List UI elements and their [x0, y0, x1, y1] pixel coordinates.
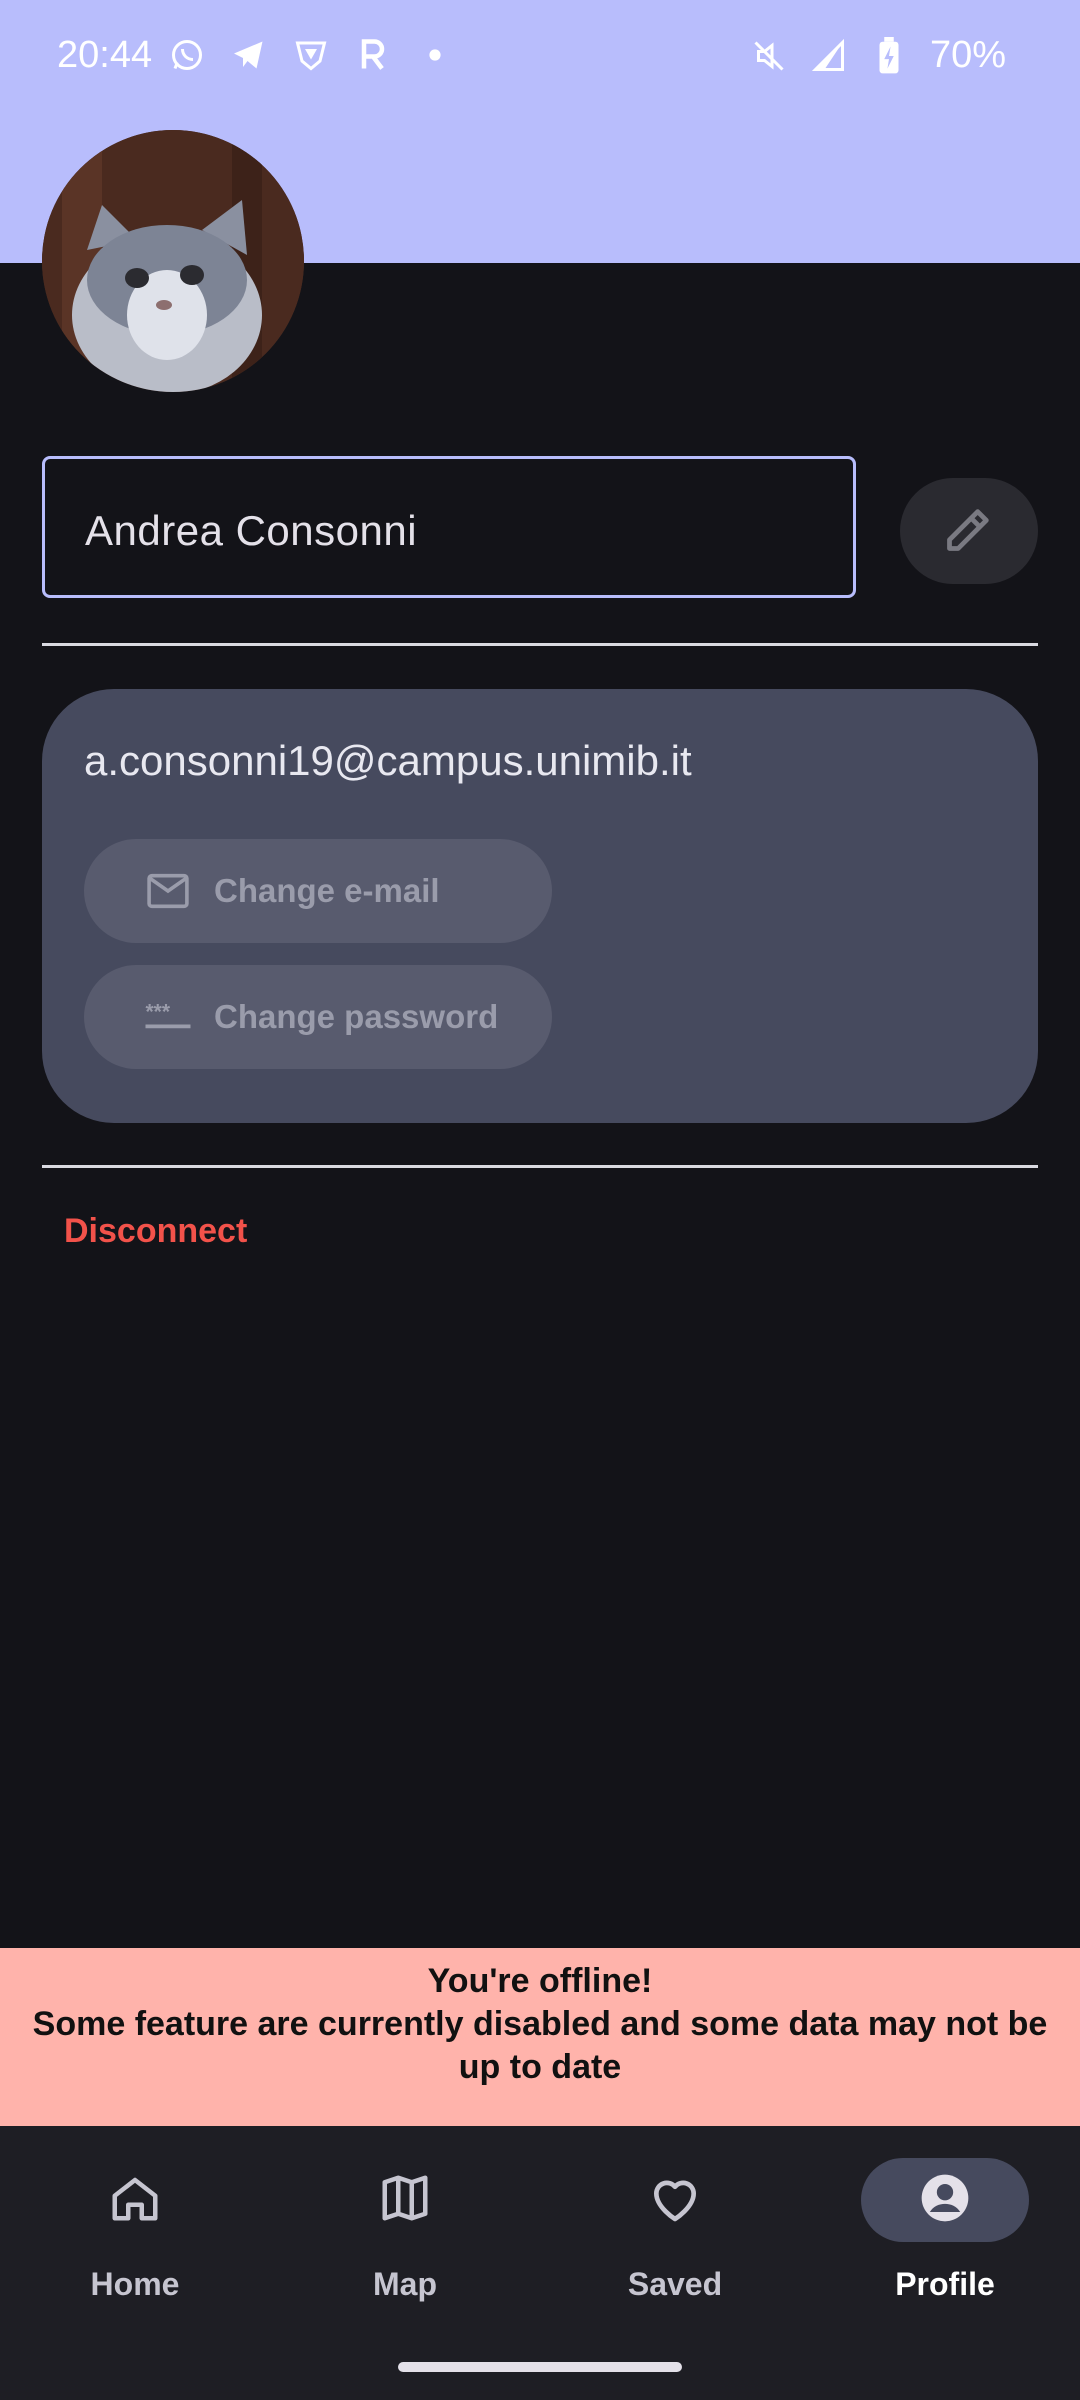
disconnect-button[interactable]: Disconnect: [64, 1212, 247, 1251]
map-icon: [378, 2171, 432, 2230]
account-card: a.consonni19@campus.unimib.it Change e-m…: [42, 689, 1038, 1123]
whatsapp-icon: [168, 36, 206, 74]
telegram-icon: [230, 36, 268, 74]
status-bar: 20:44 70%: [0, 0, 1080, 120]
svg-text:***: ***: [146, 1002, 171, 1024]
nav-label-saved: Saved: [627, 2266, 723, 2302]
nav-item-home[interactable]: Home: [0, 2126, 270, 2326]
dot-icon: [416, 36, 454, 74]
password-icon: ***: [144, 993, 192, 1041]
change-email-label: Change e-mail: [214, 872, 440, 909]
status-right: 70%: [750, 34, 1006, 77]
nav-item-map[interactable]: Map: [270, 2126, 540, 2326]
edit-name-button[interactable]: [900, 478, 1038, 584]
nav-icon-container: [861, 2158, 1029, 2242]
r-app-icon: [354, 36, 392, 74]
signal-icon: [810, 37, 848, 75]
nav-item-saved[interactable]: Saved: [540, 2126, 810, 2326]
nav-icon-container: [321, 2158, 489, 2242]
heart-icon: [647, 2170, 703, 2231]
name-field[interactable]: Andrea Consonni: [42, 456, 856, 598]
nav-label-map: Map: [373, 2266, 437, 2302]
home-icon: [108, 2171, 162, 2230]
home-indicator[interactable]: [398, 2362, 682, 2372]
notification-icons: [168, 36, 454, 74]
battery-percent: 70%: [929, 34, 1006, 76]
bottom-nav: Home Map Saved Profile: [0, 2126, 1080, 2400]
avatar[interactable]: [42, 130, 304, 392]
change-password-label: Change password: [214, 998, 499, 1035]
name-value[interactable]: Andrea Consonni: [85, 507, 417, 555]
offline-banner: You're offline! Some feature are current…: [0, 1948, 1080, 2126]
nav-icon-container: [591, 2158, 759, 2242]
cat-photo: [42, 130, 304, 392]
email-value: a.consonni19@campus.unimib.it: [84, 737, 692, 784]
pencil-icon: [943, 503, 995, 560]
offline-title: You're offline!: [427, 1962, 653, 2000]
nav-item-profile[interactable]: Profile: [810, 2126, 1080, 2326]
profile-icon: [917, 2170, 973, 2231]
change-password-button[interactable]: *** Change password: [84, 965, 552, 1069]
divider: [42, 643, 1038, 646]
mute-icon: [750, 37, 788, 75]
nav-label-home: Home: [90, 2266, 180, 2302]
change-email-button[interactable]: Change e-mail: [84, 839, 552, 943]
status-time: 20:44: [57, 34, 153, 76]
nav-label-profile: Profile: [895, 2266, 995, 2302]
shield-app-icon: [292, 36, 330, 74]
offline-message: Some feature are currently disabled and …: [32, 2005, 1048, 2086]
nav-icon-container: [51, 2158, 219, 2242]
battery-icon: [870, 36, 908, 75]
mail-icon: [144, 867, 192, 915]
divider: [42, 1165, 1038, 1168]
